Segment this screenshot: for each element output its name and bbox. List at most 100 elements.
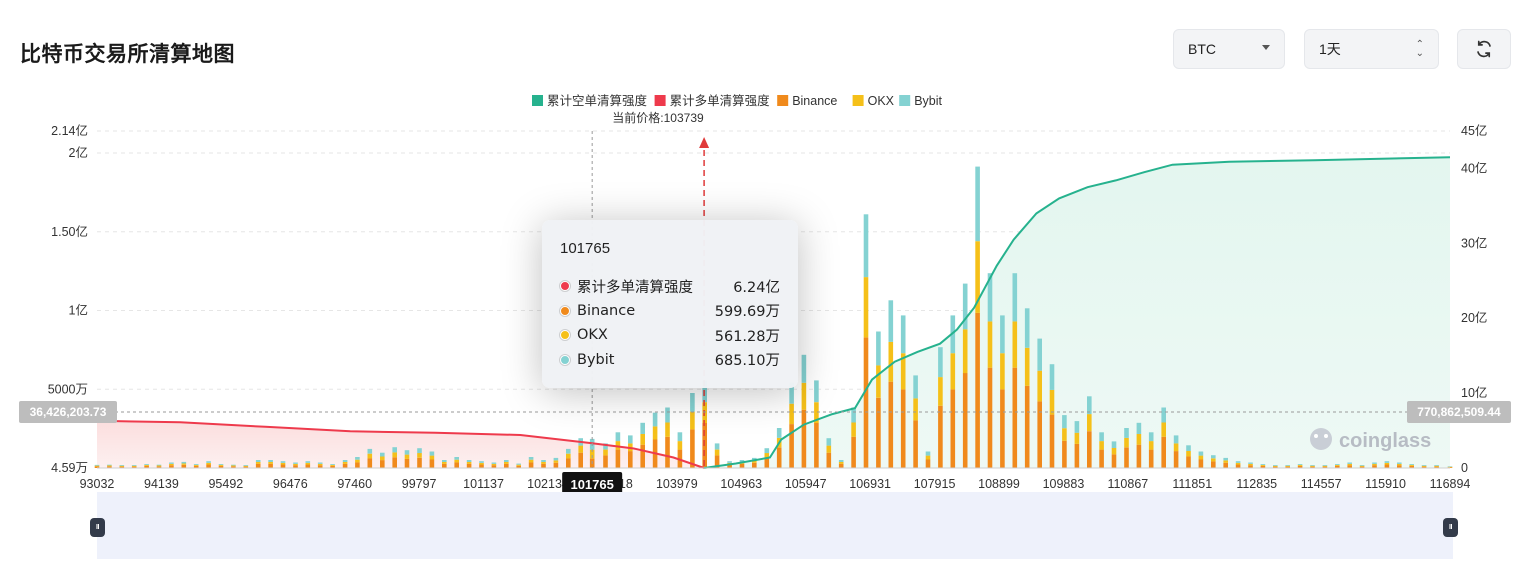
- bar-stack: [690, 393, 695, 468]
- bar-okx: [305, 463, 311, 465]
- bar-stack: [628, 435, 633, 468]
- bar-okx: [851, 422, 856, 437]
- left-axis-tick: 2亿: [69, 145, 88, 160]
- bar-stack: [417, 448, 422, 468]
- bar-stack: [1136, 422, 1142, 468]
- bar-stack: [1397, 462, 1402, 468]
- bar-bybit: [330, 464, 335, 465]
- bar-binance: [938, 405, 943, 468]
- bar-bybit: [900, 315, 906, 354]
- zoom-handle-left[interactable]: [90, 518, 105, 537]
- bar-bybit: [119, 465, 125, 466]
- bar-binance: [528, 462, 534, 468]
- bar-bybit: [1434, 465, 1439, 466]
- bar-stack: [1012, 273, 1018, 468]
- bar-bybit: [504, 460, 509, 462]
- bar-stack: [516, 463, 521, 468]
- bar-okx: [1273, 465, 1278, 467]
- bar-bybit: [925, 451, 931, 456]
- legend-label: 累计多单清算强度: [670, 93, 771, 108]
- bar-okx: [491, 463, 497, 466]
- bar-bybit: [1062, 415, 1067, 429]
- bar-binance: [479, 464, 484, 468]
- legend-swatch: [852, 95, 864, 106]
- zoom-slider[interactable]: [97, 492, 1453, 559]
- bar-binance: [1223, 462, 1228, 468]
- left-axis-tick: 2.14亿: [51, 123, 88, 138]
- bar-binance: [1024, 385, 1030, 468]
- legend-swatch: [532, 95, 543, 106]
- legend-item: OKX: [852, 94, 895, 108]
- bar-binance: [1186, 456, 1191, 468]
- bar-stack: [1173, 435, 1179, 468]
- bar-binance: [739, 463, 745, 468]
- bar-bybit: [1235, 461, 1241, 463]
- bar-okx: [652, 426, 658, 440]
- bar-bybit: [528, 457, 534, 460]
- bar-bybit: [1037, 338, 1042, 371]
- bar-bybit: [1397, 462, 1402, 464]
- bar-bybit: [94, 464, 100, 466]
- right-axis-tick: 20亿: [1461, 310, 1487, 325]
- bar-okx: [1211, 458, 1216, 462]
- bar-binance: [1111, 454, 1117, 468]
- right-axis-tick: 40亿: [1461, 160, 1487, 175]
- bar-stack: [1074, 421, 1080, 468]
- bar-binance: [1087, 431, 1092, 468]
- bar-bybit: [255, 460, 261, 462]
- left-axis-tick: 4.59万: [51, 461, 88, 475]
- bar-stack: [442, 460, 447, 468]
- bar-okx: [255, 462, 261, 464]
- bar-binance: [1124, 447, 1129, 468]
- bar-binance: [752, 462, 757, 468]
- bar-okx: [1434, 465, 1439, 467]
- bar-okx: [1297, 465, 1303, 466]
- bar-stack: [404, 450, 410, 468]
- bar-okx: [888, 341, 894, 382]
- bar-binance: [640, 444, 645, 468]
- bar-stack: [640, 422, 645, 468]
- bar-binance: [1161, 436, 1166, 468]
- x-axis-tick: 101137: [463, 477, 504, 491]
- bar-binance: [814, 423, 819, 468]
- bar-bybit: [1248, 462, 1253, 464]
- bar-stack: [1148, 432, 1154, 468]
- bar-bybit: [640, 422, 645, 434]
- bar-stack: [950, 315, 956, 468]
- bar-okx: [1136, 434, 1142, 445]
- legend-item: 累计空单清算强度: [532, 93, 648, 108]
- bar-bybit: [1000, 315, 1005, 354]
- bar-bybit: [876, 331, 881, 366]
- bar-okx: [665, 422, 670, 437]
- bar-okx: [962, 329, 968, 374]
- bar-stack: [1260, 464, 1266, 468]
- dot-icon: [560, 354, 570, 365]
- bar-binance: [1099, 449, 1104, 468]
- bar-bybit: [380, 452, 385, 457]
- tooltip-row-value: 561.28万: [714, 328, 780, 345]
- bar-okx: [156, 465, 162, 467]
- bar-bybit: [392, 447, 397, 453]
- legend-label: Binance: [792, 94, 837, 108]
- bar-stack: [1297, 464, 1303, 468]
- bar-okx: [1322, 465, 1328, 467]
- bar-okx: [1111, 448, 1117, 455]
- bar-bybit: [466, 460, 472, 462]
- bar-stack: [876, 331, 881, 468]
- bar-stack: [714, 443, 720, 468]
- bar-okx: [1186, 451, 1191, 457]
- bar-okx: [1173, 443, 1179, 452]
- bar-binance: [417, 457, 422, 468]
- bar-stack: [665, 407, 670, 468]
- bar-okx: [578, 445, 583, 453]
- bar-stack: [541, 460, 546, 468]
- zoom-handle-right[interactable]: [1443, 518, 1458, 537]
- bar-stack: [1347, 462, 1352, 468]
- bar-stack: [293, 462, 298, 468]
- legend-swatch: [777, 95, 789, 106]
- long-area: [97, 420, 705, 468]
- bar-okx: [1198, 455, 1204, 460]
- bar-okx: [268, 462, 273, 464]
- x-axis-tick: 107915: [914, 477, 956, 491]
- bar-bybit: [1049, 364, 1055, 390]
